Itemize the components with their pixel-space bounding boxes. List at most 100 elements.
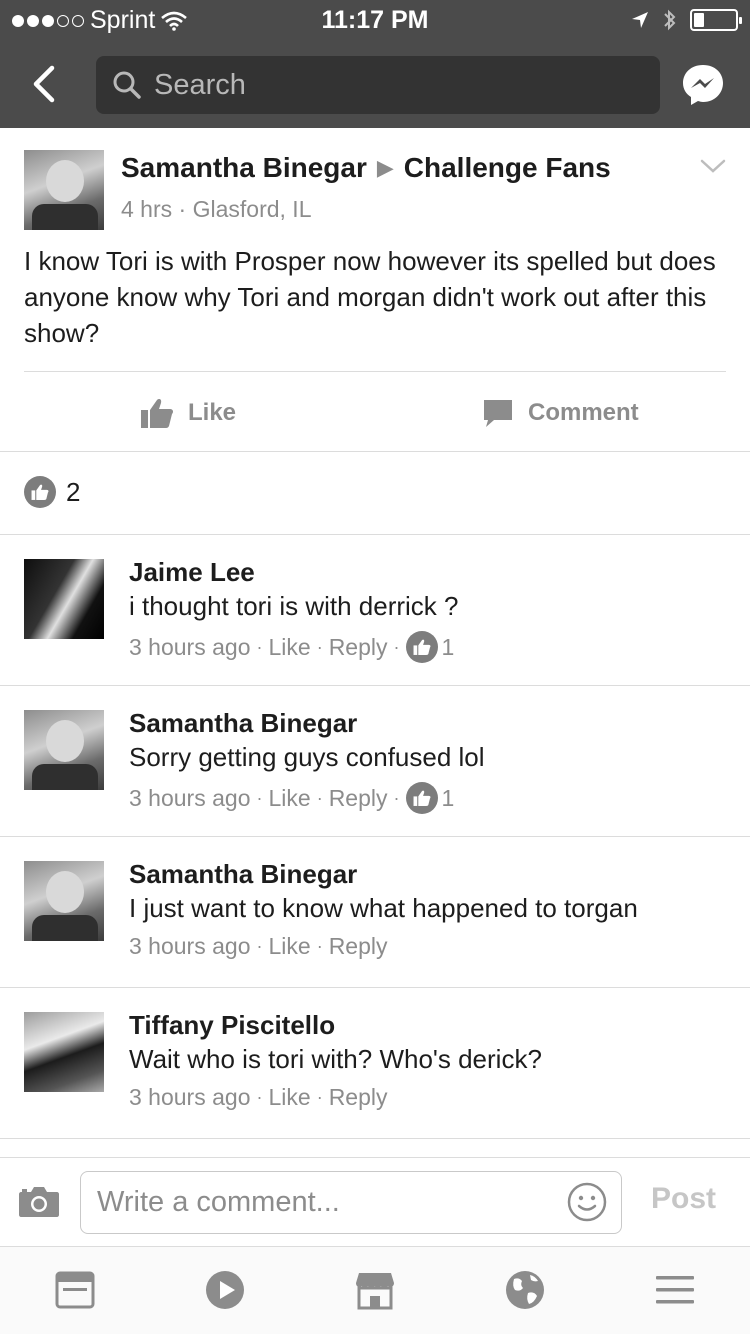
location-arrow-icon xyxy=(632,12,648,28)
comment-time[interactable]: 3 hours ago xyxy=(129,634,250,661)
notifications-globe-icon xyxy=(506,1271,544,1309)
sticker-button[interactable] xyxy=(567,1182,607,1227)
comment-time[interactable]: 3 hours ago xyxy=(129,785,250,812)
post-header: Samantha Binegar ▶ Challenge Fans xyxy=(121,152,611,184)
tab-menu[interactable] xyxy=(654,1269,698,1313)
comment-time[interactable]: 3 hours ago xyxy=(129,933,250,960)
meta-separator: · xyxy=(316,636,323,657)
meta-separator: · xyxy=(393,787,400,808)
meta-separator: · xyxy=(393,636,400,657)
messenger-icon xyxy=(683,65,723,105)
thumbs-up-icon xyxy=(141,399,174,428)
chevron-left-icon xyxy=(33,65,55,103)
meta-separator: · xyxy=(256,787,263,808)
comment-button[interactable]: Comment xyxy=(482,390,639,436)
comment-like-link[interactable]: Like xyxy=(268,634,310,661)
post-meta: 4 hrs · Glasford, IL xyxy=(121,196,311,223)
group-name[interactable]: Challenge Fans xyxy=(404,152,611,184)
comment-text: Sorry getting guys confused lol xyxy=(129,742,485,772)
battery-level xyxy=(694,13,704,27)
comment-time[interactable]: 3 hours ago xyxy=(129,1084,250,1111)
marketplace-icon xyxy=(356,1273,394,1310)
comment-like-link[interactable]: Like xyxy=(268,785,310,812)
bluetooth-icon xyxy=(664,9,676,31)
divider xyxy=(24,371,726,372)
comment-input-box[interactable] xyxy=(80,1171,622,1234)
post-location[interactable]: Glasford, IL xyxy=(193,196,312,222)
search-bar[interactable] xyxy=(96,56,660,114)
comment-meta: 3 hours ago · Like · Reply · 1 xyxy=(129,782,454,814)
back-button[interactable] xyxy=(22,62,66,106)
reactions-summary[interactable]: 2 xyxy=(24,476,80,508)
comment-like-count[interactable]: 1 xyxy=(405,631,455,663)
comment-reply-link[interactable]: Reply xyxy=(329,933,388,960)
like-count: 1 xyxy=(441,784,455,811)
post-options-button[interactable] xyxy=(700,158,726,179)
comment-like-link[interactable]: Like xyxy=(268,1084,310,1111)
triangle-right-icon: ▶ xyxy=(376,155,394,180)
comment-meta: 3 hours ago · Like · Reply xyxy=(129,933,388,960)
reaction-count: 2 xyxy=(66,476,81,507)
battery-icon xyxy=(690,9,742,31)
camera-icon xyxy=(19,1187,59,1217)
tab-video[interactable] xyxy=(204,1269,248,1313)
post-time[interactable]: 4 hrs xyxy=(121,196,172,222)
comment-like-count[interactable]: 1 xyxy=(405,782,455,814)
comment-input[interactable] xyxy=(97,1172,557,1232)
commenter-name[interactable]: Tiffany Piscitello xyxy=(129,1010,335,1041)
meta-separator: · xyxy=(316,787,323,808)
comment-text: Wait who is tori with? Who's derick? xyxy=(129,1044,542,1074)
comment-item: Tiffany Piscitello Wait who is tori with… xyxy=(0,988,750,1139)
commenter-name[interactable]: Jaime Lee xyxy=(129,557,255,588)
meta-separator: · xyxy=(256,1087,263,1107)
thumbs-up-icon xyxy=(413,790,430,806)
menu-icon xyxy=(656,1276,694,1304)
like-button[interactable]: Like xyxy=(140,390,236,436)
messenger-button[interactable] xyxy=(680,62,726,108)
tab-news-feed[interactable] xyxy=(54,1269,98,1313)
chevron-down-icon xyxy=(700,159,726,173)
comment-reply-link[interactable]: Reply xyxy=(329,1084,388,1111)
tab-marketplace[interactable] xyxy=(354,1269,398,1313)
meta-separator: · xyxy=(316,1087,323,1107)
news-feed-icon xyxy=(55,1271,95,1309)
bottom-tab-bar xyxy=(0,1246,750,1334)
camera-button[interactable] xyxy=(18,1184,60,1223)
comment-item: Samantha Binegar Sorry getting guys conf… xyxy=(0,686,750,837)
comment-item: Jaime Lee i thought tori is with derrick… xyxy=(0,535,750,686)
meta-separator: · xyxy=(316,936,323,956)
like-reaction-icon xyxy=(405,782,438,814)
like-reaction-icon xyxy=(405,631,438,663)
comment-meta: 3 hours ago · Like · Reply · 1 xyxy=(129,631,454,663)
comment-like-link[interactable]: Like xyxy=(268,933,310,960)
comment-item: Samantha Binegar I just want to know wha… xyxy=(0,837,750,988)
video-icon xyxy=(206,1271,244,1309)
comment-reply-link[interactable]: Reply xyxy=(329,785,388,812)
commenter-avatar[interactable] xyxy=(24,559,104,639)
comment-text: I just want to know what happened to tor… xyxy=(129,893,638,923)
commenter-avatar[interactable] xyxy=(24,710,104,790)
top-nav-bar xyxy=(0,40,750,128)
meta-separator: · xyxy=(256,636,263,657)
like-label: Like xyxy=(188,399,237,426)
meta-separator: · xyxy=(178,196,193,222)
comment-reply-link[interactable]: Reply xyxy=(329,634,388,661)
thumbs-up-icon xyxy=(413,639,430,655)
status-bar: Sprint 11:17 PM xyxy=(0,0,750,40)
post-comment-button[interactable]: Post xyxy=(651,1182,716,1216)
commenter-avatar[interactable] xyxy=(24,861,104,941)
commenter-name[interactable]: Samantha Binegar xyxy=(129,708,357,739)
post-body-text: I know Tori is with Prosper now however … xyxy=(24,246,716,348)
comment-bubble-icon xyxy=(484,400,512,427)
divider xyxy=(0,1138,750,1139)
comment-meta: 3 hours ago · Like · Reply xyxy=(129,1084,388,1111)
like-count: 1 xyxy=(441,633,455,660)
commenter-name[interactable]: Samantha Binegar xyxy=(129,859,357,890)
search-icon xyxy=(113,71,141,99)
search-input[interactable] xyxy=(154,56,644,114)
smiley-icon xyxy=(567,1182,607,1222)
commenter-avatar[interactable] xyxy=(24,1012,104,1092)
tab-notifications[interactable] xyxy=(504,1269,548,1313)
author-name[interactable]: Samantha Binegar xyxy=(121,152,367,184)
author-avatar[interactable] xyxy=(24,150,104,230)
